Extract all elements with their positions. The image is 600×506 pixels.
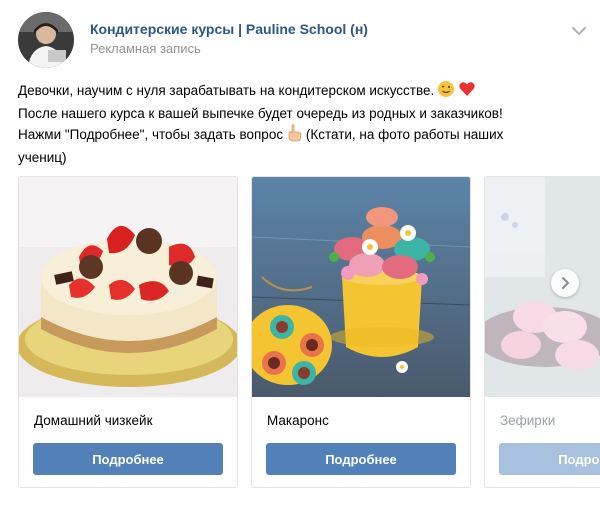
post-header: Кондитерские курсы | Pauline School (н) …: [18, 12, 588, 68]
avatar[interactable]: [18, 12, 74, 68]
more-button[interactable]: Подробнее: [33, 443, 223, 475]
marshmallow-image[interactable]: [485, 177, 600, 397]
pointing-hand-icon: [286, 124, 302, 148]
post-text: Девочки, научим с нуля зарабатывать на к…: [18, 80, 578, 168]
card-title: Зефирки: [500, 413, 556, 428]
post-text-line: учениц): [18, 150, 67, 165]
carousel-card[interactable]: Макаронс Подробнее: [251, 176, 471, 488]
macarons-image[interactable]: [252, 177, 470, 397]
carousel-card[interactable]: Зефирки Подробнее: [484, 176, 600, 488]
card-title: Макаронс: [267, 413, 329, 428]
chevron-down-icon[interactable]: [570, 24, 588, 38]
product-carousel: Домашний чизкейк Подробнее Макаронс Подр…: [0, 176, 600, 490]
chevron-right-icon[interactable]: [551, 269, 579, 297]
post-text-line: Девочки, научим с нуля зарабатывать на к…: [18, 80, 578, 104]
winking-face-icon: [437, 80, 455, 104]
ad-label: Рекламная запись: [90, 41, 201, 56]
more-button[interactable]: Подробнее: [499, 443, 600, 475]
post-text-line: После нашего курса к вашей выпечке будет…: [18, 106, 503, 121]
post-text-line: Нажми "Подробнее", чтобы задать вопрос (…: [18, 124, 578, 148]
red-heart-icon: [458, 80, 476, 104]
cheesecake-image[interactable]: [19, 177, 237, 397]
card-title: Домашний чизкейк: [34, 413, 153, 428]
carousel-card[interactable]: Домашний чизкейк Подробнее: [18, 176, 238, 488]
more-button[interactable]: Подробнее: [266, 443, 456, 475]
author-name[interactable]: Кондитерские курсы | Pauline School (н): [90, 21, 368, 37]
